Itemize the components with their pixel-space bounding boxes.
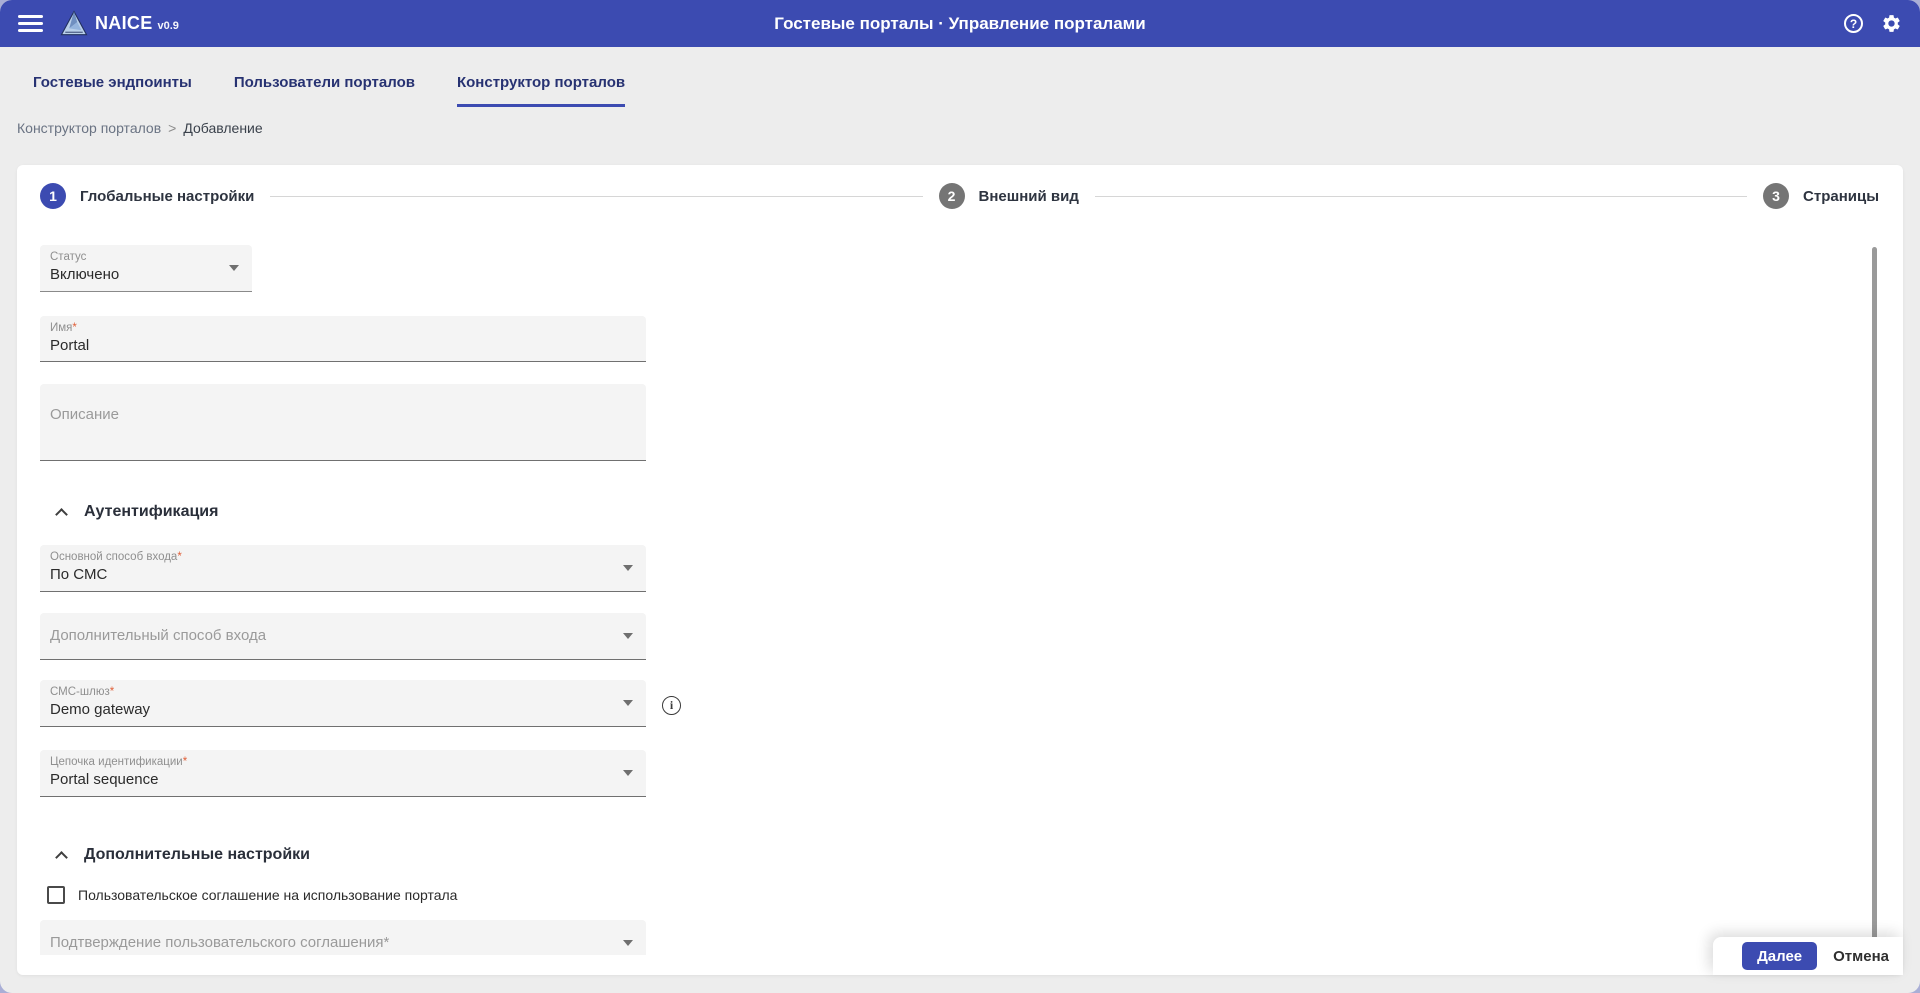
sms-gateway-label: СМС-шлюз* [40,680,646,698]
tab-bar: Гостевые эндпоинты Пользователи порталов… [0,47,1920,107]
collapse-chevron-up-icon[interactable] [55,508,68,521]
app-window: NAICE v0.9 Гостевые порталы · Управление… [0,0,1920,993]
extra-section-header: Дополнительные настройки [57,846,310,864]
step-connector [1095,196,1747,197]
primary-login-value: По СМС [40,563,646,583]
required-asterisk: * [177,551,181,563]
breadcrumb-current: Добавление [183,120,262,136]
name-input[interactable]: Имя* Portal [40,316,646,362]
action-panel: Далее Отмена [1713,937,1903,975]
page-title: Гостевые порталы · Управление порталами [0,14,1920,34]
identification-chain-value: Portal sequence [40,768,646,788]
name-label: Имя* [40,316,646,334]
form-scroll-area: 1 Глобальные настройки 2 Внешний вид 3 С… [17,165,1903,955]
status-select[interactable]: Статус Включено [40,245,252,292]
extra-section-title: Дополнительные настройки [84,846,310,864]
vertical-scrollbar[interactable] [1872,247,1877,965]
hamburger-menu-button[interactable] [18,15,43,32]
sms-gateway-select[interactable]: СМС-шлюз* Demo gateway [40,680,646,727]
settings-gear-button[interactable] [1881,13,1902,34]
sms-gateway-value: Demo gateway [40,698,646,718]
step-1-circle: 1 [40,183,66,209]
step-2-label: Внешний вид [979,188,1079,205]
primary-login-method-select[interactable]: Основной способ входа* По СМС [40,545,646,592]
auth-section-title: Аутентификация [84,503,218,521]
dropdown-arrow-icon [623,565,633,571]
description-textarea[interactable]: Описание [40,384,646,461]
step-3-label: Страницы [1803,188,1879,205]
required-asterisk: * [110,686,114,698]
description-placeholder: Описание [40,384,646,423]
agreement-confirmation-placeholder: Подтверждение пользовательского соглашен… [40,920,646,951]
header-actions: ? [1844,13,1902,34]
dropdown-arrow-icon [623,633,633,639]
collapse-chevron-up-icon[interactable] [55,851,68,864]
status-label: Статус [40,245,252,263]
breadcrumb-parent-link[interactable]: Конструктор порталов [17,120,161,136]
required-asterisk: * [72,322,76,334]
dropdown-arrow-icon [623,700,633,706]
identification-chain-select[interactable]: Цепочка идентификации* Portal sequence [40,750,646,797]
app-version: v0.9 [158,20,179,32]
dropdown-arrow-icon [623,770,633,776]
dropdown-arrow-icon [623,940,633,946]
tab-guest-endpoints[interactable]: Гостевые эндпоинты [33,74,192,107]
help-button[interactable]: ? [1844,14,1863,33]
cancel-button[interactable]: Отмена [1833,948,1889,965]
app-name: NAICE [95,13,153,34]
app-logo-icon [59,9,89,39]
gear-icon [1883,15,1899,32]
secondary-login-method-select[interactable]: Дополнительный способ входа [40,613,646,660]
required-asterisk: * [183,756,187,768]
info-icon[interactable]: i [662,696,681,715]
user-agreement-checkbox-label: Пользовательское соглашение на использов… [78,887,457,903]
status-value: Включено [40,263,252,283]
identification-chain-label: Цепочка идентификации* [40,750,646,768]
name-value: Portal [40,334,646,354]
user-agreement-checkbox-row[interactable]: Пользовательское соглашение на использов… [47,886,457,904]
tab-portal-constructor[interactable]: Конструктор порталов [457,74,625,107]
dropdown-arrow-icon [229,265,239,271]
secondary-login-placeholder: Дополнительный способ входа [40,613,646,644]
content-card: 1 Глобальные настройки 2 Внешний вид 3 С… [17,165,1903,975]
tab-portal-users[interactable]: Пользователи порталов [234,74,415,107]
agreement-confirmation-select[interactable]: Подтверждение пользовательского соглашен… [40,920,646,955]
step-2-circle: 2 [939,183,965,209]
breadcrumb: Конструктор порталов > Добавление [0,107,1920,136]
auth-section-header: Аутентификация [57,503,218,521]
wizard-stepper: 1 Глобальные настройки 2 Внешний вид 3 С… [17,165,1903,209]
checkbox-unchecked-icon[interactable] [47,886,65,904]
app-logo-text: NAICE v0.9 [95,13,179,34]
step-1-label: Глобальные настройки [80,188,254,205]
help-icon: ? [1850,17,1857,31]
breadcrumb-separator: > [168,120,176,136]
next-button[interactable]: Далее [1742,942,1817,970]
primary-login-label: Основной способ входа* [40,545,646,563]
step-3-circle: 3 [1763,183,1789,209]
step-connector [270,196,922,197]
app-header: NAICE v0.9 Гостевые порталы · Управление… [0,0,1920,47]
